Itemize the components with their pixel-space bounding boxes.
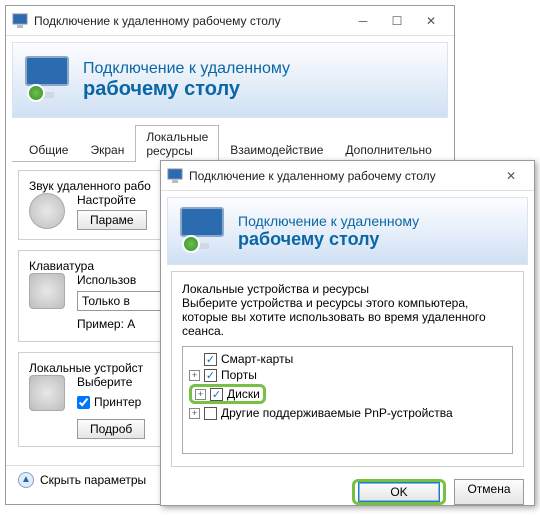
group-legend: Локальные устройства и ресурсы [182, 282, 369, 296]
app-icon-large [178, 207, 226, 255]
keyboard-icon [29, 273, 65, 309]
highlight-ok: OK [352, 479, 446, 505]
expand-icon[interactable]: + [189, 408, 200, 419]
more-button[interactable]: Подроб [77, 419, 145, 439]
tab-local-resources[interactable]: Локальные ресурсы [135, 125, 219, 162]
group-local-devices-resources: Локальные устройства и ресурсы Выберите … [171, 271, 524, 467]
tab-general[interactable]: Общие [18, 138, 79, 161]
titlebar[interactable]: Подключение к удаленному рабочему столу … [6, 6, 454, 36]
banner: Подключение к удаленному рабочему столу [12, 42, 448, 118]
rdp-resources-dialog: Подключение к удаленному рабочему столу … [160, 160, 535, 506]
checkbox[interactable] [204, 407, 217, 420]
banner: Подключение к удаленному рабочему столу [167, 197, 528, 265]
ok-button[interactable]: OK [358, 482, 440, 502]
tree-item-ports[interactable]: + Порты [189, 367, 506, 383]
dialog-buttons: OK Отмена [161, 473, 534, 515]
banner-line2: рабочему столу [238, 229, 419, 250]
close-button[interactable]: ✕ [494, 165, 528, 187]
group-legend: Локальные устройст [29, 361, 143, 375]
group-legend: Клавиатура [29, 259, 94, 273]
chevron-up-icon: ▲ [18, 472, 34, 488]
tree-item-pnp[interactable]: + Другие поддерживаемые PnP-устройства [189, 405, 506, 421]
resources-tree[interactable]: Смарт-карты + Порты + Диски + Другие под… [182, 346, 513, 454]
printers-checkbox[interactable]: Принтер [77, 395, 141, 409]
banner-line1: Подключение к удаленному [83, 60, 290, 78]
tab-experience[interactable]: Взаимодействие [219, 138, 334, 161]
tree-item-smartcards[interactable]: Смарт-карты [189, 351, 506, 367]
banner-line1: Подключение к удаленному [238, 213, 419, 229]
checkbox[interactable] [210, 388, 223, 401]
expand-icon[interactable]: + [189, 370, 200, 381]
audio-settings-button[interactable]: Параме [77, 210, 147, 230]
window-title: Подключение к удаленному рабочему столу [34, 14, 346, 28]
close-button[interactable]: ✕ [414, 10, 448, 32]
group-legend: Звук удаленного рабо [29, 179, 151, 193]
app-icon-small [12, 13, 28, 29]
cancel-button[interactable]: Отмена [454, 479, 524, 505]
tab-advanced[interactable]: Дополнительно [334, 138, 442, 161]
audio-icon [29, 193, 65, 229]
printer-icon [29, 375, 65, 411]
group-description: Выберите устройства и ресурсы этого комп… [182, 296, 513, 338]
app-icon-small [167, 168, 183, 184]
checkbox[interactable] [204, 353, 217, 366]
banner-line2: рабочему столу [83, 78, 290, 101]
titlebar[interactable]: Подключение к удаленному рабочему столу … [161, 161, 534, 191]
highlight-disks: + Диски [189, 384, 266, 404]
tabs: Общие Экран Локальные ресурсы Взаимодейс… [12, 124, 448, 162]
keyboard-combo[interactable]: Только в [77, 291, 167, 311]
app-icon-large [23, 56, 71, 104]
maximize-button[interactable]: ☐ [380, 10, 414, 32]
window-title: Подключение к удаленному рабочему столу [189, 169, 494, 183]
tab-screen[interactable]: Экран [79, 138, 135, 161]
checkbox[interactable] [204, 369, 217, 382]
minimize-button[interactable]: ─ [346, 10, 380, 32]
expand-icon[interactable]: + [195, 389, 206, 400]
tree-item-disks[interactable]: + Диски [189, 383, 506, 405]
